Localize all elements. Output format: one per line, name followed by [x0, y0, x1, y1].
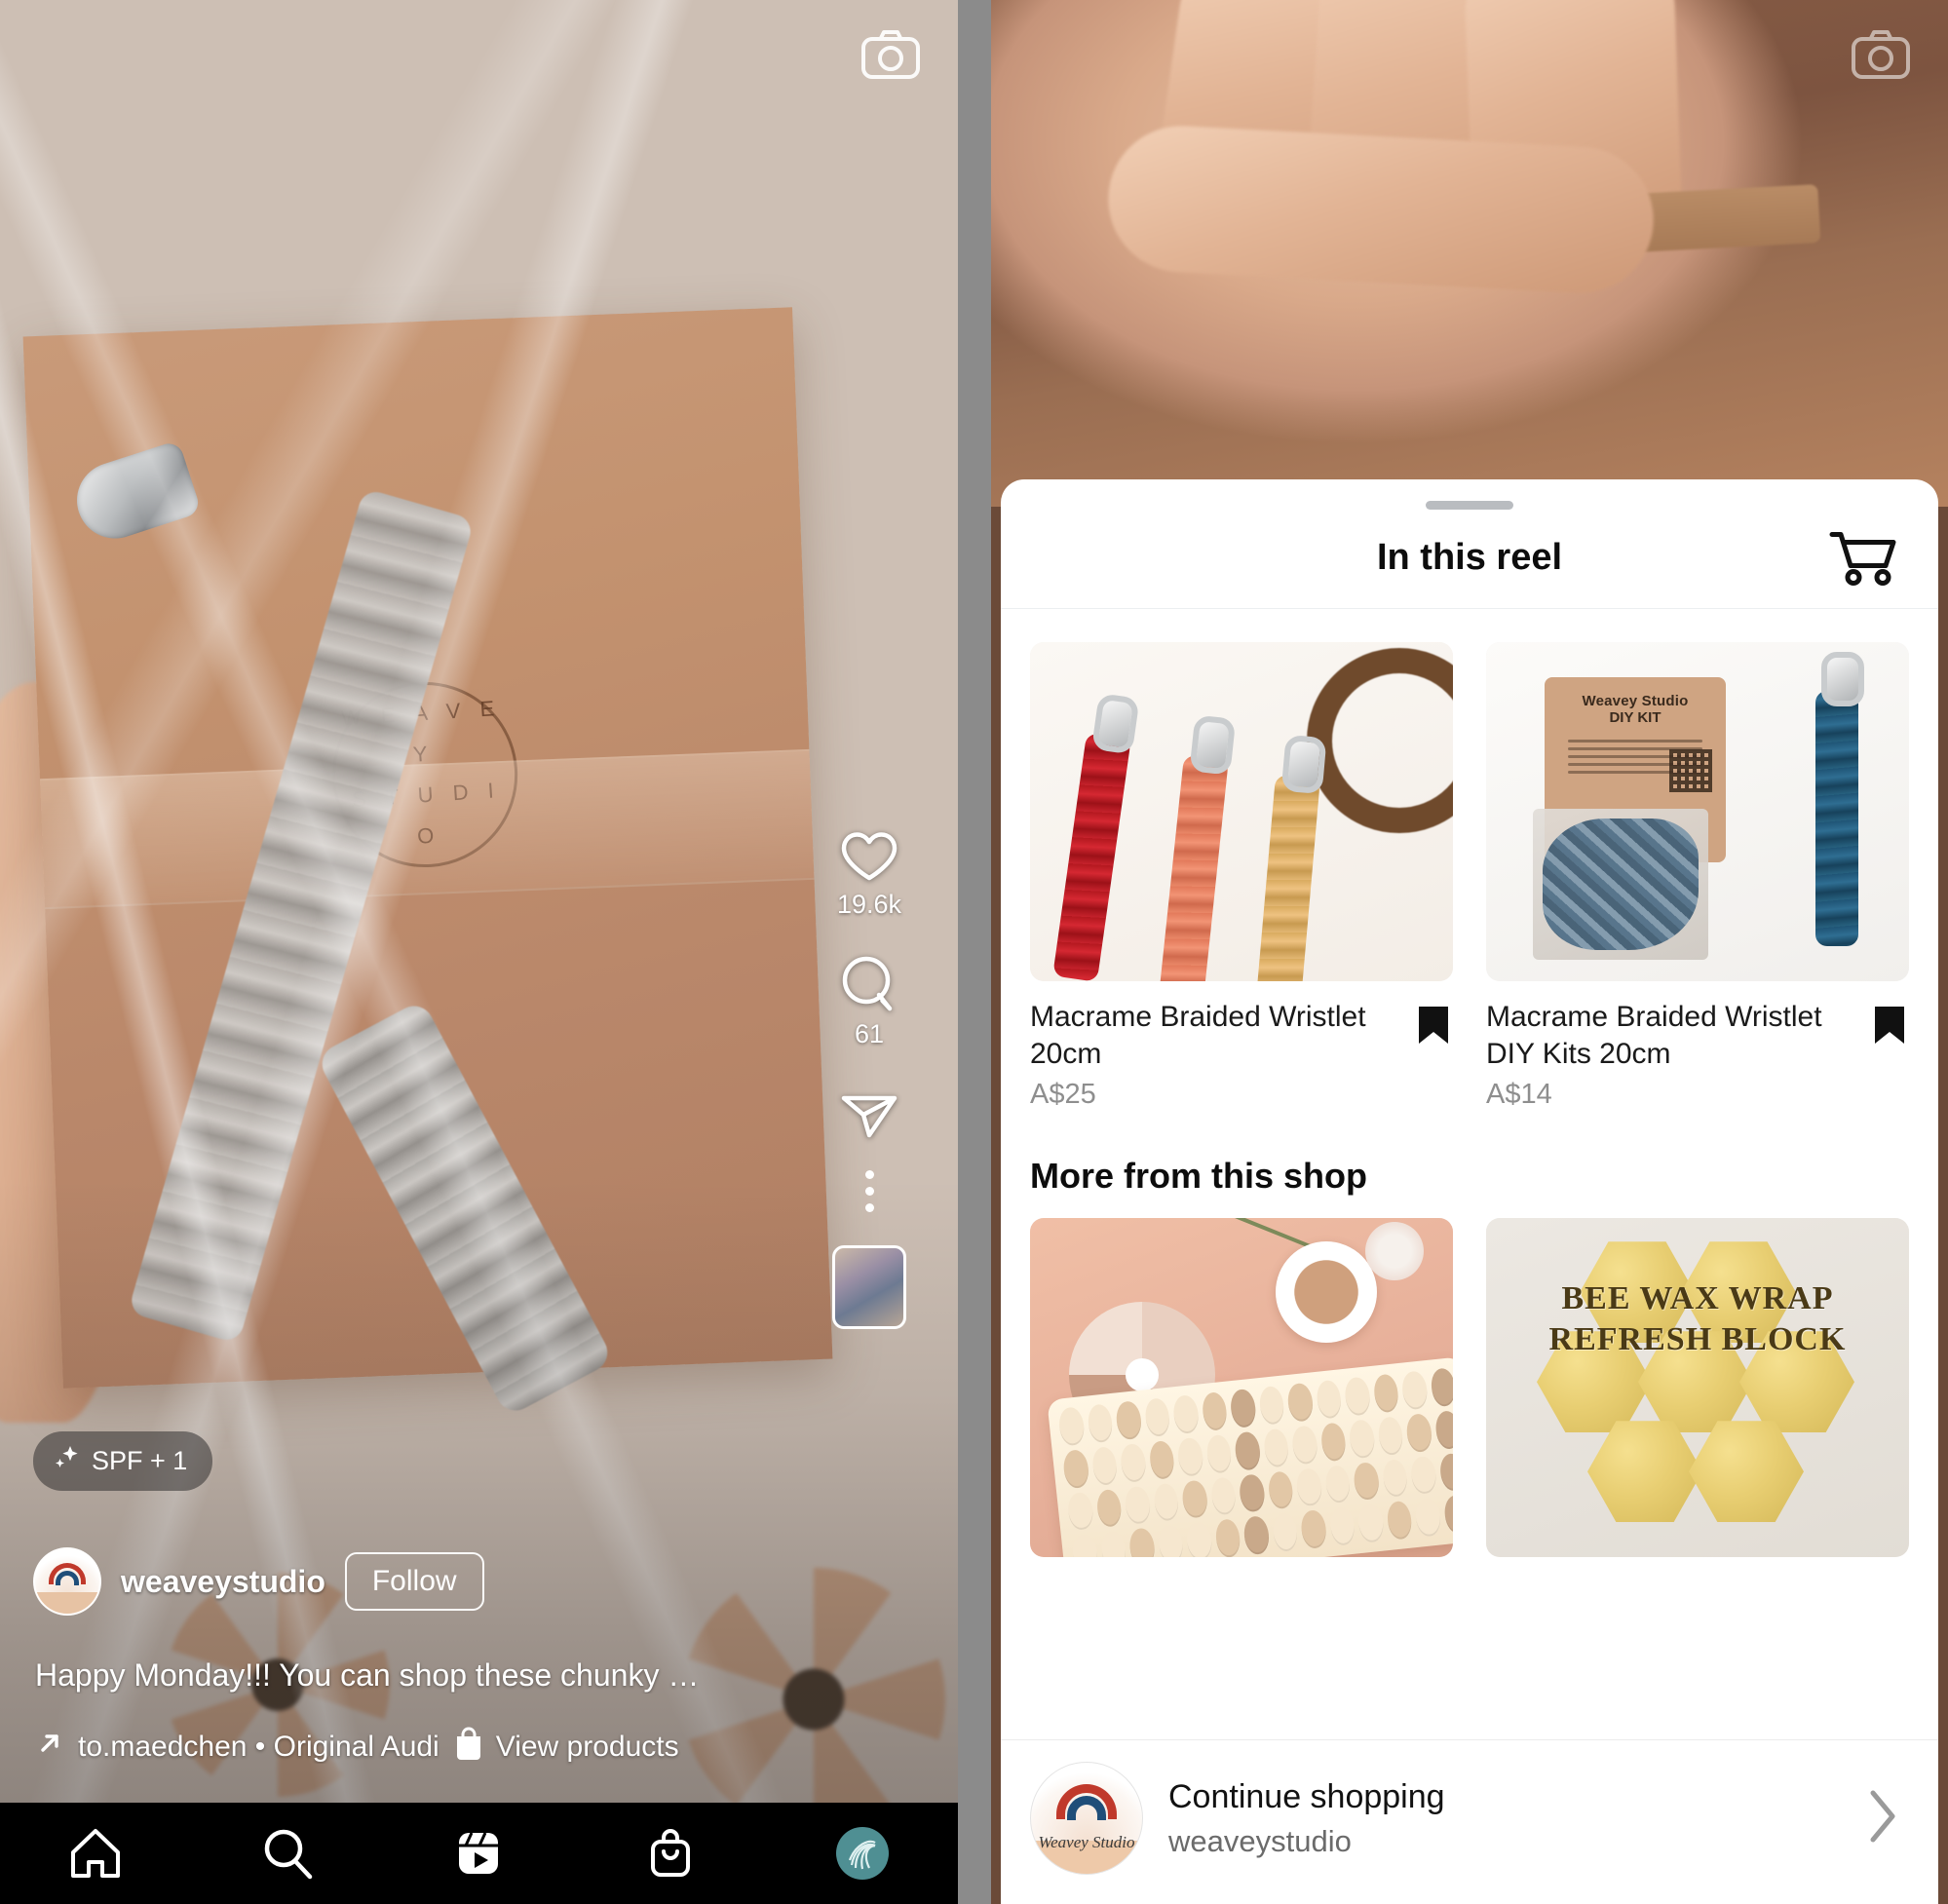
- bookmark-icon[interactable]: [1414, 1003, 1453, 1052]
- more-options-button[interactable]: [865, 1170, 874, 1212]
- reel-action-rail: 19.6k 61: [816, 829, 923, 1329]
- bookmark-icon[interactable]: [1870, 1003, 1909, 1052]
- audio-label[interactable]: to.maedchen • Original Audi: [78, 1731, 439, 1764]
- product-price: A$14: [1486, 1079, 1552, 1111]
- like-button[interactable]: [816, 829, 923, 884]
- shopping-bag-icon: [453, 1727, 484, 1768]
- app-screen: W E A V E Y S T U D I O 19.6k 61 SPF + 1…: [0, 0, 1948, 1904]
- avatar-wordmark: Weavey Studio: [1038, 1833, 1135, 1851]
- reel-caption[interactable]: Happy Monday!!! You can shop these chunk…: [35, 1657, 802, 1694]
- audio-and-products-row: to.maedchen • Original Audi View product…: [35, 1727, 831, 1768]
- product-card[interactable]: Macrame Braided Wristlet 20cm A$25: [1030, 642, 1453, 1111]
- like-count: 19.6k: [836, 890, 902, 919]
- product-image[interactable]: BEE WAX WRAP REFRESH BLOCK: [1486, 1218, 1909, 1558]
- wristlet-mustard: [1254, 774, 1320, 981]
- product-bottom-sheet: In this reel Macrame Braided Wristlet 20…: [1001, 479, 1938, 1904]
- follow-button[interactable]: Follow: [344, 1552, 484, 1611]
- camera-icon[interactable]: [860, 29, 921, 80]
- product-meta: Macrame Braided Wristlet DIY Kits 20cm A…: [1486, 999, 1909, 1111]
- continue-shopping-text: Continue shopping weaveystudio: [1168, 1778, 1839, 1859]
- bee-wax-overlay-text: BEE WAX WRAP REFRESH BLOCK: [1548, 1280, 1847, 1357]
- kit-label-text: DIY KIT: [1609, 709, 1662, 726]
- product-image[interactable]: [1030, 642, 1453, 981]
- felt-flower-right: [682, 1568, 945, 1831]
- product-card[interactable]: Weavey Studio DIY KIT Macrame Braided Wr…: [1486, 642, 1909, 1111]
- in-this-reel-grid: Macrame Braided Wristlet 20cm A$25 Weave…: [1030, 642, 1909, 1111]
- shop-sheet-panel: In this reel Macrame Braided Wristlet 20…: [991, 0, 1948, 1904]
- product-title: Macrame Braided Wristlet 20cm: [1030, 1001, 1366, 1071]
- share-button[interactable]: [816, 1085, 923, 1141]
- more-dot: [865, 1203, 874, 1212]
- bottom-tab-bar: [0, 1803, 958, 1904]
- sparkles-icon: [53, 1443, 82, 1479]
- camera-icon[interactable]: [1851, 29, 1911, 85]
- shop-avatar: Weavey Studio: [1030, 1762, 1143, 1875]
- product-meta: Macrame Braided Wristlet 20cm A$25: [1030, 999, 1453, 1111]
- shopping-cart-icon[interactable]: [1827, 526, 1899, 591]
- qr-code: [1669, 749, 1712, 792]
- view-products-button[interactable]: View products: [453, 1727, 679, 1768]
- product-card[interactable]: [1030, 1218, 1453, 1558]
- comment-count: 61: [854, 1019, 885, 1048]
- diy-kit-supplies-bag: [1533, 809, 1708, 960]
- more-dot: [865, 1187, 874, 1196]
- product-image[interactable]: [1030, 1218, 1453, 1558]
- coffee-cup: [1276, 1241, 1377, 1344]
- reel-video[interactable]: W E A V E Y S T U D I O: [0, 0, 958, 1904]
- three-macrame-wristlets-art: [1030, 642, 1453, 981]
- avatar-sand: [35, 1592, 99, 1614]
- reel-video-background[interactable]: [991, 0, 1948, 507]
- wicker-wreath: [1307, 648, 1453, 833]
- diy-kit-art: Weavey Studio DIY KIT: [1486, 642, 1909, 981]
- bee-wax-wrap-art: BEE WAX WRAP REFRESH BLOCK: [1486, 1218, 1909, 1558]
- wristlet-blue: [1815, 652, 1864, 946]
- wristlet-red: [1052, 732, 1131, 981]
- sheet-content[interactable]: Macrame Braided Wristlet 20cm A$25 Weave…: [1001, 609, 1938, 1739]
- audio-arrow-icon: [35, 1729, 64, 1766]
- more-from-shop-grid: BEE WAX WRAP REFRESH BLOCK: [1030, 1218, 1909, 1558]
- account-username[interactable]: weaveystudio: [121, 1564, 325, 1600]
- wristlet-coral: [1159, 754, 1229, 981]
- shop-username: weaveystudio: [1168, 1823, 1352, 1858]
- rose: [1365, 1222, 1424, 1281]
- effect-badge-label: SPF + 1: [92, 1446, 188, 1475]
- effect-badge[interactable]: SPF + 1: [33, 1431, 213, 1491]
- sheet-header: In this reel: [1001, 510, 1938, 609]
- account-row[interactable]: weaveystudio Follow: [33, 1547, 484, 1616]
- continue-shopping-bar[interactable]: Weavey Studio Continue shopping weaveyst…: [1001, 1739, 1938, 1904]
- search-icon: [264, 1829, 313, 1880]
- kit-brand-text: Weavey Studio: [1582, 693, 1689, 709]
- chevron-right-icon[interactable]: [1864, 1787, 1899, 1850]
- more-from-shop-title: More from this shop: [1030, 1156, 1368, 1197]
- desk-flatlay-art: [1030, 1218, 1453, 1558]
- hand-palm: [1104, 122, 1658, 297]
- panel-divider: [958, 0, 991, 1904]
- tab-reels[interactable]: [420, 1803, 537, 1904]
- tab-profile[interactable]: [804, 1803, 921, 1904]
- shop-bag-icon: [651, 1829, 691, 1877]
- profile-icon: [835, 1827, 889, 1880]
- product-price: A$25: [1030, 1079, 1096, 1111]
- comment-button[interactable]: [816, 955, 923, 1013]
- reels-icon: [459, 1832, 499, 1874]
- sheet-title: In this reel: [1376, 537, 1563, 578]
- tab-search[interactable]: [229, 1803, 346, 1904]
- product-card[interactable]: BEE WAX WRAP REFRESH BLOCK: [1486, 1218, 1909, 1558]
- tab-home[interactable]: [37, 1803, 154, 1904]
- view-products-label: View products: [495, 1731, 679, 1763]
- remix-thumbnail[interactable]: [832, 1245, 906, 1329]
- tab-shop[interactable]: [612, 1803, 729, 1904]
- home-icon: [71, 1829, 121, 1878]
- avatar[interactable]: [33, 1547, 101, 1616]
- continue-shopping-label: Continue shopping: [1168, 1777, 1445, 1815]
- product-image[interactable]: Weavey Studio DIY KIT: [1486, 642, 1909, 981]
- product-title: Macrame Braided Wristlet DIY Kits 20cm: [1486, 1001, 1822, 1071]
- more-dot: [865, 1170, 874, 1179]
- sheet-drag-handle[interactable]: [1426, 501, 1513, 510]
- reel-panel[interactable]: W E A V E Y S T U D I O 19.6k 61 SPF + 1…: [0, 0, 958, 1904]
